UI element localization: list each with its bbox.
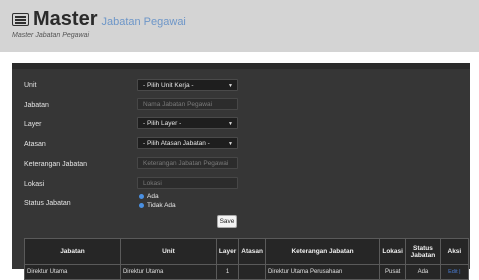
cell-status: Ada — [405, 264, 441, 280]
table-header-row: Jabatan Unit Layer Atasan Keterangan Jab… — [24, 238, 470, 265]
atasan-label: Atasan — [24, 141, 46, 148]
jabatan-input[interactable]: Nama Jabatan Pegawai — [137, 98, 238, 110]
jabatan-table: Jabatan Unit Layer Atasan Keterangan Jab… — [24, 238, 470, 280]
table-row: Direktur Utama Direktur Utama 1 Direktur… — [24, 264, 470, 280]
atasan-select-value: - Pilih Atasan Jabatan - — [143, 140, 210, 147]
lokasi-input[interactable]: Lokasi — [137, 177, 238, 189]
chevron-down-icon: ▼ — [228, 83, 233, 89]
unit-select[interactable]: - Pilih Unit Kerja - ▼ — [137, 79, 238, 91]
keterangan-label: Keterangan Jabatan — [24, 161, 88, 168]
cell-lokasi: Pusat — [379, 264, 407, 280]
col-header-keterangan: Keterangan Jabatan — [264, 238, 381, 265]
col-header-unit: Unit — [119, 238, 217, 265]
chevron-down-icon: ▼ — [228, 121, 233, 127]
cell-aksi: Edit | — [439, 264, 470, 280]
cell-keterangan: Direktur Utama Perusahaan — [264, 264, 381, 280]
chevron-down-icon: ▼ — [228, 141, 233, 147]
unit-select-value: - Pilih Unit Kerja - — [143, 82, 194, 89]
col-header-layer: Layer — [215, 238, 240, 265]
edit-link[interactable]: Edit | — [448, 269, 460, 275]
page-title: Master Jabatan Pegawai — [33, 8, 186, 31]
unit-label: Unit — [24, 82, 37, 89]
keterangan-input[interactable]: Keterangan Jabatan Pegawai — [137, 157, 238, 169]
layer-label: Layer — [24, 121, 42, 128]
page-subtitle: Jabatan Pegawai — [101, 16, 186, 28]
atasan-select[interactable]: - Pilih Atasan Jabatan - ▼ — [137, 137, 238, 149]
cell-jabatan: Direktur Utama — [24, 264, 121, 280]
radio-ada[interactable]: Ada — [139, 193, 159, 200]
layer-select-value: - Pilih Layer - — [143, 120, 182, 127]
radio-dot-icon — [139, 202, 144, 208]
radio-tidak-ada[interactable]: Tidak Ada — [139, 202, 176, 209]
radio-selected-icon — [139, 193, 144, 199]
list-icon — [12, 13, 29, 26]
layer-select[interactable]: - Pilih Layer - ▼ — [137, 117, 238, 129]
page-title-text: Master — [33, 8, 98, 30]
jabatan-label: Jabatan — [24, 102, 49, 109]
radio-tidak-ada-label: Tidak Ada — [147, 202, 176, 209]
col-header-status: Status Jabatan — [405, 238, 441, 265]
save-button[interactable]: Save — [217, 215, 237, 228]
cell-atasan — [238, 264, 266, 280]
col-header-jabatan: Jabatan — [24, 238, 121, 265]
cell-unit: Direktur Utama — [119, 264, 217, 280]
col-header-aksi: Aksi — [439, 238, 470, 265]
cell-layer: 1 — [215, 264, 240, 280]
status-label: Status Jabatan — [24, 200, 71, 207]
page-header: Master Jabatan Pegawai Master Jabatan Peg… — [0, 0, 479, 52]
form-panel: Unit - Pilih Unit Kerja - ▼ Jabatan Nama … — [12, 63, 470, 280]
col-header-atasan: Atasan — [238, 238, 266, 265]
breadcrumb: Master Jabatan Pegawai — [12, 32, 90, 39]
col-header-lokasi: Lokasi — [379, 238, 407, 265]
lokasi-label: Lokasi — [24, 181, 45, 188]
radio-ada-label: Ada — [147, 193, 159, 200]
